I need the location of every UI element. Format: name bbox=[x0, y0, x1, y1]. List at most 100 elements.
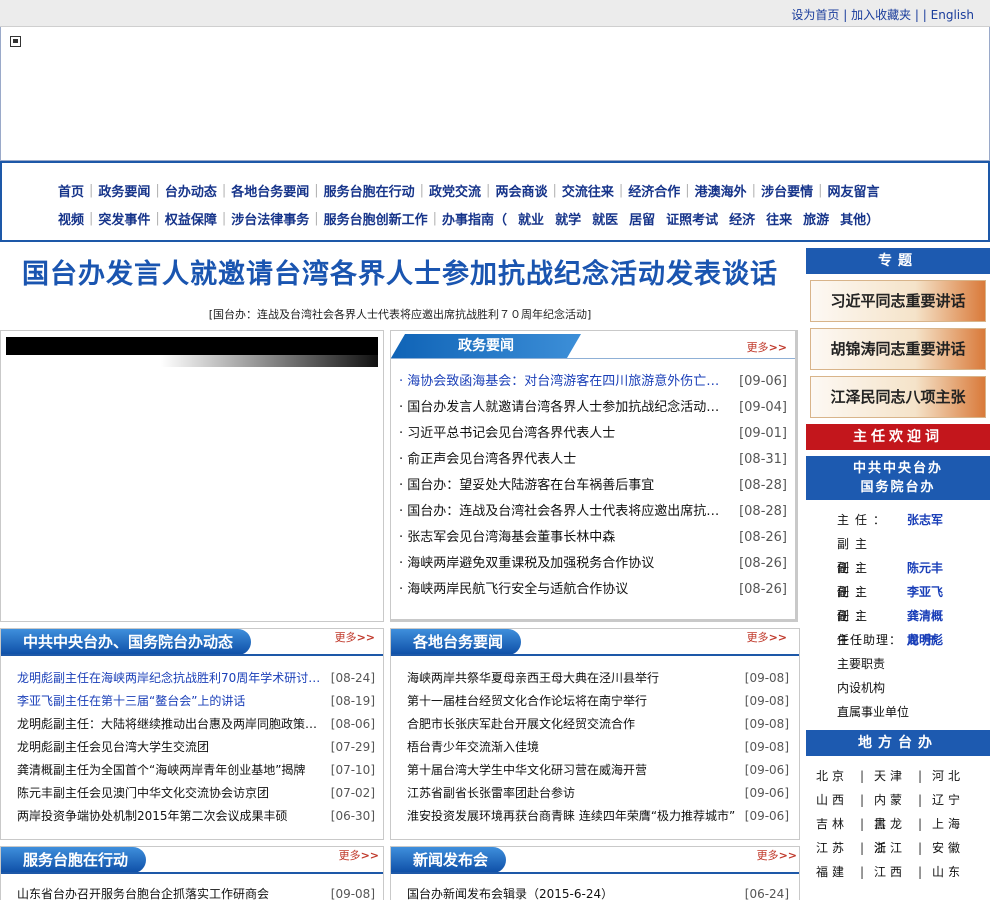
nav-guide-item[interactable]: 办事指南（ bbox=[442, 209, 507, 228]
list-item[interactable]: 国台办：连战及台湾社会各界人士代表将应邀出席抗战胜利纪念活动 [08-28] bbox=[399, 499, 787, 525]
local-office-link[interactable]: 江苏 bbox=[816, 836, 860, 860]
nav-item[interactable]: 服务台胞创新工作 bbox=[324, 209, 428, 228]
nav-guide-item[interactable]: 居留 bbox=[629, 209, 655, 228]
item-title[interactable]: 海峡两岸民航飞行安全与适航合作协议 bbox=[399, 577, 721, 603]
local-office-link[interactable]: 山西 bbox=[816, 788, 860, 812]
item-title[interactable]: 淮安投资发展环境再获台商青睐 连续四年荣膺“极力推荐城市” bbox=[407, 805, 735, 828]
nav-item[interactable]: 涉台要情 bbox=[761, 181, 813, 200]
more-link[interactable]: 更多>> bbox=[335, 629, 375, 645]
item-title[interactable]: 合肥市长张庆军赴台开展文化经贸交流合作 bbox=[407, 713, 635, 736]
item-title[interactable]: 国台办：连战及台湾社会各界人士代表将应邀出席抗战胜利纪念活动 bbox=[399, 499, 721, 525]
list-item[interactable]: 陈元丰副主任会见澳门中华文化交流协会访京团 [07-02] bbox=[17, 782, 375, 805]
local-office-link[interactable]: 安徽 bbox=[932, 836, 976, 860]
nav-guide-item[interactable]: 就学 bbox=[555, 209, 581, 228]
nav-guide-item[interactable]: 就医 bbox=[592, 209, 618, 228]
xinwen-title[interactable]: 新闻发布会 bbox=[391, 847, 507, 873]
nav-guide-item[interactable]: 就业 bbox=[518, 209, 544, 228]
list-item[interactable]: 第十届台湾大学生中华文化研习营在威海开营 [09-06] bbox=[407, 759, 789, 782]
nav-item[interactable]: 服务台胞在行动 bbox=[324, 181, 415, 200]
headline-sub[interactable]: [国台办：连战及台湾社会各界人士代表将应邀出席抗战胜利７０周年纪念活动] bbox=[0, 306, 800, 322]
list-item[interactable]: 淮安投资发展环境再获台商青睐 连续四年荣膺“极力推荐城市” [09-06] bbox=[407, 805, 789, 828]
item-title[interactable]: 国台办新闻发布会辑录（2015-6-24） bbox=[407, 883, 613, 900]
gedi-title[interactable]: 各地台务要闻 bbox=[391, 629, 522, 655]
local-office-link[interactable]: 黑龙江 bbox=[874, 812, 918, 855]
org-link[interactable]: 内设机构 bbox=[837, 676, 990, 700]
list-item[interactable]: 第十一届桂台经贸文化合作论坛将在南宁举行 [09-08] bbox=[407, 690, 789, 713]
item-title[interactable]: 国台办发言人就邀请台湾各界人士参加抗战纪念活动发表谈话 bbox=[399, 395, 721, 421]
more-link[interactable]: 更多>> bbox=[757, 847, 797, 863]
list-item[interactable]: 梧台青少年交流渐入佳境 [09-08] bbox=[407, 736, 789, 759]
item-title[interactable]: 习近平总书记会见台湾各界代表人士 bbox=[399, 421, 721, 447]
nav-guide-item[interactable]: 经济 bbox=[729, 209, 755, 228]
local-office-link[interactable]: 上海 bbox=[932, 812, 976, 836]
leader-speech-link[interactable]: 胡锦涛同志重要讲话 bbox=[810, 328, 986, 370]
nav-item[interactable]: 各地台务要闻 bbox=[231, 181, 309, 200]
english-link[interactable]: English bbox=[931, 8, 974, 22]
list-item[interactable]: 龙明彪副主任：大陆将继续推动出台惠及两岸同胞政策措施 [08-06] bbox=[17, 713, 375, 736]
nav-guide-item[interactable]: 往来 bbox=[766, 209, 792, 228]
list-item[interactable]: 国台办新闻发布会辑录（2015-6-24） [06-24] bbox=[407, 883, 789, 900]
list-item[interactable]: 李亚飞副主任在第十三届“鳌台会”上的讲话 [08-19] bbox=[17, 690, 375, 713]
org-link[interactable]: 直属事业单位 bbox=[837, 700, 990, 724]
item-title[interactable]: 两岸投资争端协处机制2015年第二次会议成果丰硕 bbox=[17, 805, 288, 828]
nav-item[interactable]: 首页 bbox=[58, 181, 84, 200]
nav-guide-item[interactable]: 其他） bbox=[840, 209, 879, 228]
list-item[interactable]: 国台办发言人就邀请台湾各界人士参加抗战纪念活动发表谈话 [09-04] bbox=[399, 395, 787, 421]
nav-item[interactable]: 两会商谈 bbox=[495, 181, 547, 200]
nav-item[interactable]: 权益保障 bbox=[165, 209, 217, 228]
item-title[interactable]: 龙明彪副主任会见台湾大学生交流团 bbox=[17, 736, 209, 759]
leader-speech-link[interactable]: 江泽民同志八项主张 bbox=[810, 376, 986, 418]
taiban-title[interactable]: 中共中央台办、国务院台办动态 bbox=[1, 629, 252, 655]
list-item[interactable]: 合肥市长张庆军赴台开展文化经贸交流合作 [09-08] bbox=[407, 713, 789, 736]
list-item[interactable]: 习近平总书记会见台湾各界代表人士 [09-01] bbox=[399, 421, 787, 447]
headline-title[interactable]: 国台办发言人就邀请台湾各界人士参加抗战纪念活动发表谈话 bbox=[0, 256, 800, 294]
item-title[interactable]: 江苏省副省长张雷率团赴台参访 bbox=[407, 782, 575, 805]
item-title[interactable]: 国台办：望妥处大陆游客在台车祸善后事宜 bbox=[399, 473, 721, 499]
list-item[interactable]: 龙明彪副主任在海峡两岸纪念抗战胜利70周年学术研讨会上致辞 [08-24] bbox=[17, 667, 375, 690]
more-link[interactable]: 更多>> bbox=[747, 339, 787, 355]
leader-speech-link[interactable]: 习近平同志重要讲话 bbox=[810, 280, 986, 322]
local-office-link[interactable]: 天津 bbox=[874, 764, 918, 788]
item-title[interactable]: 龚清概副主任为全国首个“海峡两岸青年创业基地”揭牌 bbox=[17, 759, 305, 782]
nav-item[interactable]: 网友留言 bbox=[827, 181, 879, 200]
item-title[interactable]: 海峡两岸避免双重课税及加强税务合作协议 bbox=[399, 551, 721, 577]
list-item[interactable]: 张志军会见台湾海基会董事长林中森 [08-26] bbox=[399, 525, 787, 551]
set-homepage-link[interactable]: 设为首页 bbox=[791, 8, 839, 22]
list-item[interactable]: 两岸投资争端协处机制2015年第二次会议成果丰硕 [06-30] bbox=[17, 805, 375, 828]
item-title[interactable]: 海协会致函海基会：对台湾游客在四川旅游意外伤亡事件表示哀悼 bbox=[399, 369, 721, 395]
item-title[interactable]: 海峡两岸共祭华夏母亲西王母大典在泾川县举行 bbox=[407, 667, 659, 690]
list-item[interactable]: 俞正声会见台湾各界代表人士 [08-31] bbox=[399, 447, 787, 473]
nav-item[interactable]: 涉台法律事务 bbox=[231, 209, 309, 228]
more-link[interactable]: 更多>> bbox=[339, 847, 379, 863]
nav-item[interactable]: 台办动态 bbox=[165, 181, 217, 200]
org-link[interactable]: 主要职责 bbox=[837, 652, 990, 676]
list-item[interactable]: 海协会致函海基会：对台湾游客在四川旅游意外伤亡事件表示哀悼 [09-06] bbox=[399, 369, 787, 395]
local-office-link[interactable]: 江西 bbox=[874, 860, 918, 884]
local-office-link[interactable]: 内蒙古 bbox=[874, 788, 918, 831]
list-item[interactable]: 山东省台办召开服务台胞台企抓落实工作研商会 [09-08] bbox=[17, 883, 375, 900]
list-item[interactable]: 海峡两岸避免双重课税及加强税务合作协议 [08-26] bbox=[399, 551, 787, 577]
item-title[interactable]: 第十届台湾大学生中华文化研习营在威海开营 bbox=[407, 759, 647, 782]
nav-guide-item[interactable]: 旅游 bbox=[803, 209, 829, 228]
item-title[interactable]: 梧台青少年交流渐入佳境 bbox=[407, 736, 539, 759]
zhengwu-title[interactable]: 政务要闻 bbox=[391, 334, 581, 358]
list-item[interactable]: 龚清概副主任为全国首个“海峡两岸青年创业基地”揭牌 [07-10] bbox=[17, 759, 375, 782]
item-title[interactable]: 山东省台办召开服务台胞台企抓落实工作研商会 bbox=[17, 883, 269, 900]
item-title[interactable]: 龙明彪副主任在海峡两岸纪念抗战胜利70周年学术研讨会上致辞 bbox=[17, 667, 323, 690]
nav-item[interactable]: 政务要闻 bbox=[98, 181, 150, 200]
local-office-link[interactable]: 浙江 bbox=[874, 836, 918, 860]
item-title[interactable]: 陈元丰副主任会见澳门中华文化交流协会访京团 bbox=[17, 782, 269, 805]
staff-name[interactable]: 周 宁 bbox=[907, 633, 935, 647]
more-link[interactable]: 更多>> bbox=[747, 629, 787, 645]
nav-guide-item[interactable]: 证照考试 bbox=[666, 209, 718, 228]
list-item[interactable]: 国台办：望妥处大陆游客在台车祸善后事宜 [08-28] bbox=[399, 473, 787, 499]
local-office-link[interactable]: 辽宁 bbox=[932, 788, 976, 812]
item-title[interactable]: 张志军会见台湾海基会董事长林中森 bbox=[399, 525, 721, 551]
nav-item[interactable]: 政党交流 bbox=[429, 181, 481, 200]
list-item[interactable]: 江苏省副省长张雷率团赴台参访 [09-06] bbox=[407, 782, 789, 805]
nav-item[interactable]: 交流往来 bbox=[562, 181, 614, 200]
local-office-link[interactable]: 福建 bbox=[816, 860, 860, 884]
welcome-link[interactable]: 主任欢迎词 bbox=[806, 424, 990, 450]
item-title[interactable]: 俞正声会见台湾各界代表人士 bbox=[399, 447, 721, 473]
local-office-link[interactable]: 北京 bbox=[816, 764, 860, 788]
